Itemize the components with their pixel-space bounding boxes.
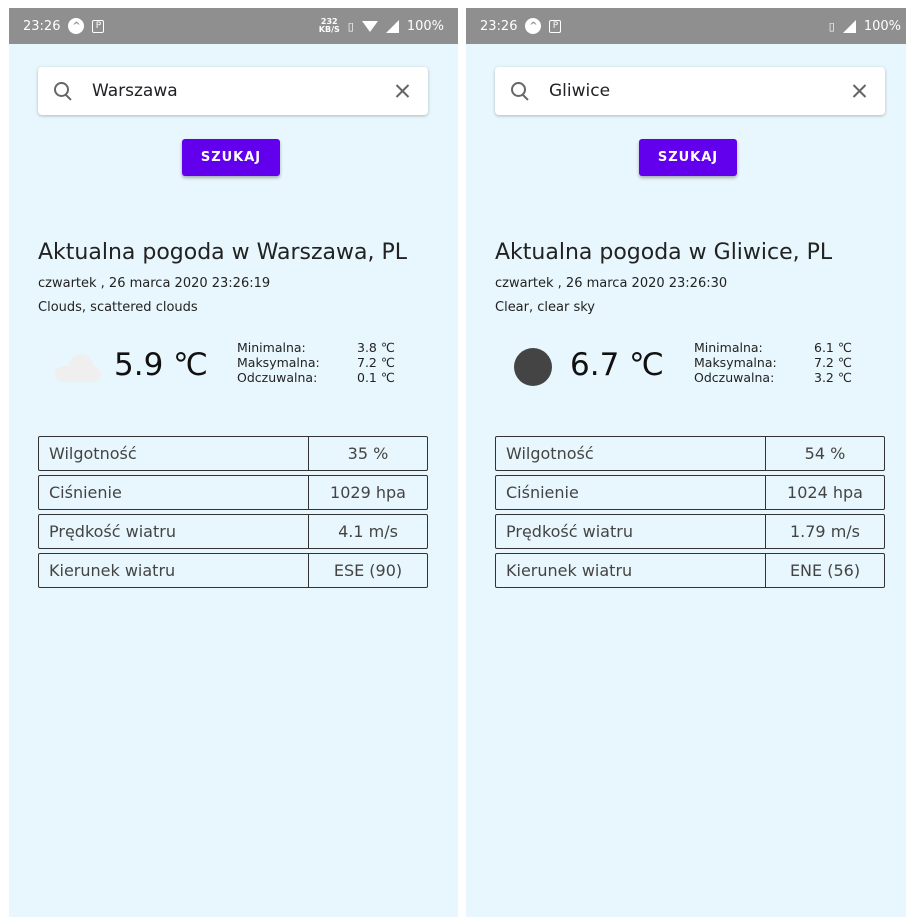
phone-screen-warszawa: 23:26 ^ P 232 KB/S ▯ 100% SZUKAJ Aktualn… (9, 8, 458, 917)
humidity-label: Wilgotność (39, 437, 309, 470)
table-row: Kierunek wiatru ENE (56) (495, 553, 885, 588)
wind-speed-label: Prędkość wiatru (496, 515, 766, 548)
weather-title: Aktualna pogoda w Gliwice, PL (495, 240, 833, 265)
humidity-value: 35 % (347, 444, 389, 463)
app-notification-icon: ^ (68, 18, 85, 34)
table-row: Kierunek wiatru ESE (90) (38, 553, 428, 588)
vibrate-icon: ▯ (828, 19, 835, 33)
table-row: Wilgotność 54 % (495, 436, 885, 471)
table-row: Wilgotność 35 % (38, 436, 428, 471)
wind-direction-value: ENE (56) (789, 561, 861, 580)
clear-icon[interactable] (841, 73, 877, 109)
battery-level: 100% (406, 18, 444, 34)
pressure-value: 1029 hpa (330, 483, 406, 502)
wind-direction-label: Kierunek wiatru (39, 554, 309, 587)
min-temp-label: Minimalna: (694, 340, 763, 355)
weather-description: Clouds, scattered clouds (38, 300, 198, 315)
search-bar (495, 67, 885, 115)
parking-icon: P (549, 19, 562, 33)
max-temp-label: Maksymalna: (237, 355, 320, 370)
pressure-value: 1024 hpa (787, 483, 863, 502)
wifi-icon (361, 20, 378, 32)
cloud-icon (55, 354, 101, 382)
pressure-label: Ciśnienie (496, 476, 766, 509)
temperature-range: Minimalna: 6.1 ℃ Maksymalna: 7.2 ℃ Odczu… (694, 340, 864, 385)
search-icon (509, 81, 529, 101)
weather-details-table: Wilgotność 35 % Ciśnienie 1029 hpa Prędk… (38, 436, 428, 592)
weather-datetime: czwartek , 26 marca 2020 23:26:30 (495, 276, 728, 291)
status-bar: 23:26 ^ P ▯ 100% (466, 8, 906, 44)
sun-icon (514, 348, 552, 386)
table-row: Ciśnienie 1029 hpa (38, 475, 428, 510)
feels-like-value: 0.1 ℃ (357, 370, 395, 385)
min-temp-value: 6.1 ℃ (814, 340, 852, 355)
app-notification-icon: ^ (525, 18, 542, 34)
table-row: Prędkość wiatru 1.79 m/s (495, 514, 885, 549)
search-button[interactable]: SZUKAJ (639, 139, 737, 176)
table-row: Prędkość wiatru 4.1 m/s (38, 514, 428, 549)
search-icon (52, 81, 72, 101)
battery-level: 100% (863, 18, 901, 34)
weather-datetime: czwartek , 26 marca 2020 23:26:19 (38, 276, 271, 291)
parking-icon: P (92, 19, 105, 33)
feels-like-value: 3.2 ℃ (814, 370, 852, 385)
weather-description: Clear, clear sky (495, 300, 595, 315)
phone-screen-gliwice: 23:26 ^ P ▯ 100% SZUKAJ Aktualna pogoda … (466, 8, 906, 917)
weather-title: Aktualna pogoda w Warszawa, PL (38, 240, 407, 265)
max-temp-value: 7.2 ℃ (357, 355, 395, 370)
signal-icon (385, 19, 399, 33)
city-search-input[interactable] (549, 76, 841, 106)
weather-details-table: Wilgotność 54 % Ciśnienie 1024 hpa Prędk… (495, 436, 885, 592)
status-time: 23:26 (23, 18, 61, 34)
search-bar (38, 67, 428, 115)
wind-direction-value: ESE (90) (333, 561, 403, 580)
city-search-input[interactable] (92, 76, 384, 106)
network-speed: 232 KB/S (319, 18, 340, 34)
max-temp-value: 7.2 ℃ (814, 355, 852, 370)
network-speed-unit: KB/S (318, 25, 340, 34)
feels-like-label: Odczuwalna: (694, 370, 775, 385)
min-temp-label: Minimalna: (237, 340, 306, 355)
wind-speed-value: 1.79 m/s (789, 522, 861, 541)
clear-icon[interactable] (384, 73, 420, 109)
current-temperature: 5.9 ℃ (114, 347, 208, 383)
humidity-value: 54 % (804, 444, 846, 463)
wind-direction-label: Kierunek wiatru (496, 554, 766, 587)
search-button[interactable]: SZUKAJ (182, 139, 280, 176)
max-temp-label: Maksymalna: (694, 355, 777, 370)
wind-speed-value: 4.1 m/s (338, 522, 398, 541)
feels-like-label: Odczuwalna: (237, 370, 318, 385)
status-bar: 23:26 ^ P 232 KB/S ▯ 100% (9, 8, 458, 44)
temperature-range: Minimalna: 3.8 ℃ Maksymalna: 7.2 ℃ Odczu… (237, 340, 407, 385)
vibrate-icon: ▯ (347, 19, 354, 33)
signal-icon (842, 19, 856, 33)
status-time: 23:26 (480, 18, 518, 34)
table-row: Ciśnienie 1024 hpa (495, 475, 885, 510)
humidity-label: Wilgotność (496, 437, 766, 470)
wind-speed-label: Prędkość wiatru (39, 515, 309, 548)
min-temp-value: 3.8 ℃ (357, 340, 395, 355)
pressure-label: Ciśnienie (39, 476, 309, 509)
current-temperature: 6.7 ℃ (570, 347, 664, 383)
